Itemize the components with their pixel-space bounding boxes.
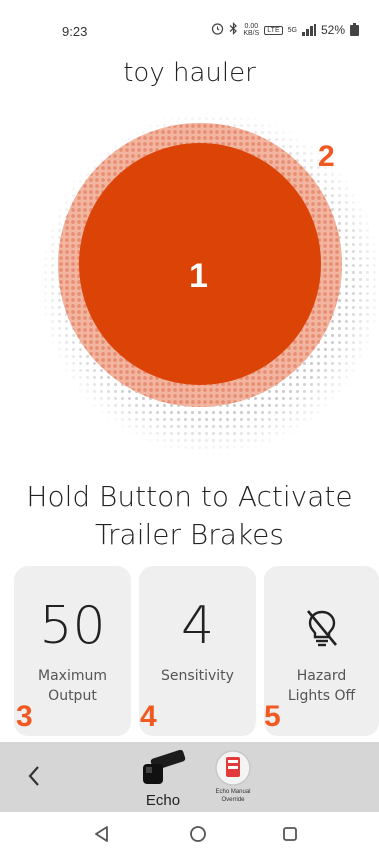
max-output-value: 50 [39, 596, 106, 656]
sensitivity-value: 4 [180, 596, 215, 656]
page-title: toy hauler [123, 58, 256, 88]
instruction-line-2: Trailer Brakes [95, 518, 284, 551]
alarm-icon [211, 22, 224, 38]
battery-icon [350, 22, 359, 36]
sensitivity-label: Sensitivity [161, 668, 234, 684]
square-recents-icon[interactable] [276, 820, 304, 848]
callout-3: 3 [16, 700, 33, 733]
status-time: 9:23 [62, 24, 88, 39]
callout-5: 5 [264, 700, 281, 733]
device-echo-manual-override[interactable]: Echo Manual Override [207, 742, 259, 812]
hazard-lights-card[interactable]: Hazard Lights Off [264, 566, 379, 736]
callout-2: 2 [318, 140, 335, 173]
device-bar: Echo Echo Manual Override [0, 742, 379, 812]
lightbulb-off-icon [306, 610, 337, 647]
net-speed-unit: KB/S [243, 30, 260, 37]
signal-icon [301, 24, 316, 36]
lte-badge: LTE [264, 25, 283, 35]
echo-device-icon [143, 750, 186, 784]
callout-4: 4 [140, 700, 157, 733]
max-output-label-line-1: Maximum [38, 668, 107, 684]
status-bar: 9:23 0.00 KB/S LTE 5G 52% [0, 0, 379, 62]
instruction-text: Hold Button to Activate Trailer Brakes [0, 478, 379, 554]
override-label: Echo Manual Override [203, 788, 263, 804]
system-nav-bar [0, 812, 379, 855]
fiveg-label: 5G [287, 26, 297, 34]
device-echo[interactable]: Echo [134, 742, 192, 812]
status-icons: 0.00 KB/S LTE 5G 52% [211, 22, 359, 38]
chevron-left-icon[interactable] [27, 764, 41, 795]
echo-label: Echo [145, 792, 181, 809]
instruction-line-1: Hold Button to Activate [26, 480, 353, 513]
net-speed: 0.00 KB/S [243, 23, 259, 37]
triangle-back-icon[interactable] [88, 820, 116, 848]
circle-home-icon[interactable] [184, 820, 212, 848]
net-speed-value: 0.00 [244, 23, 259, 30]
callout-1: 1 [189, 257, 208, 295]
hazard-label-line-2: Lights Off [287, 688, 356, 704]
override-device-icon [215, 750, 251, 786]
hazard-label: Hazard Lights Off [264, 666, 379, 706]
override-label-line-1: Echo Manual [215, 789, 251, 795]
override-label-line-2: Override [221, 797, 245, 803]
bluetooth-icon [229, 22, 238, 38]
battery-percent: 52% [320, 23, 345, 37]
hazard-label-line-1: Hazard [296, 668, 347, 684]
